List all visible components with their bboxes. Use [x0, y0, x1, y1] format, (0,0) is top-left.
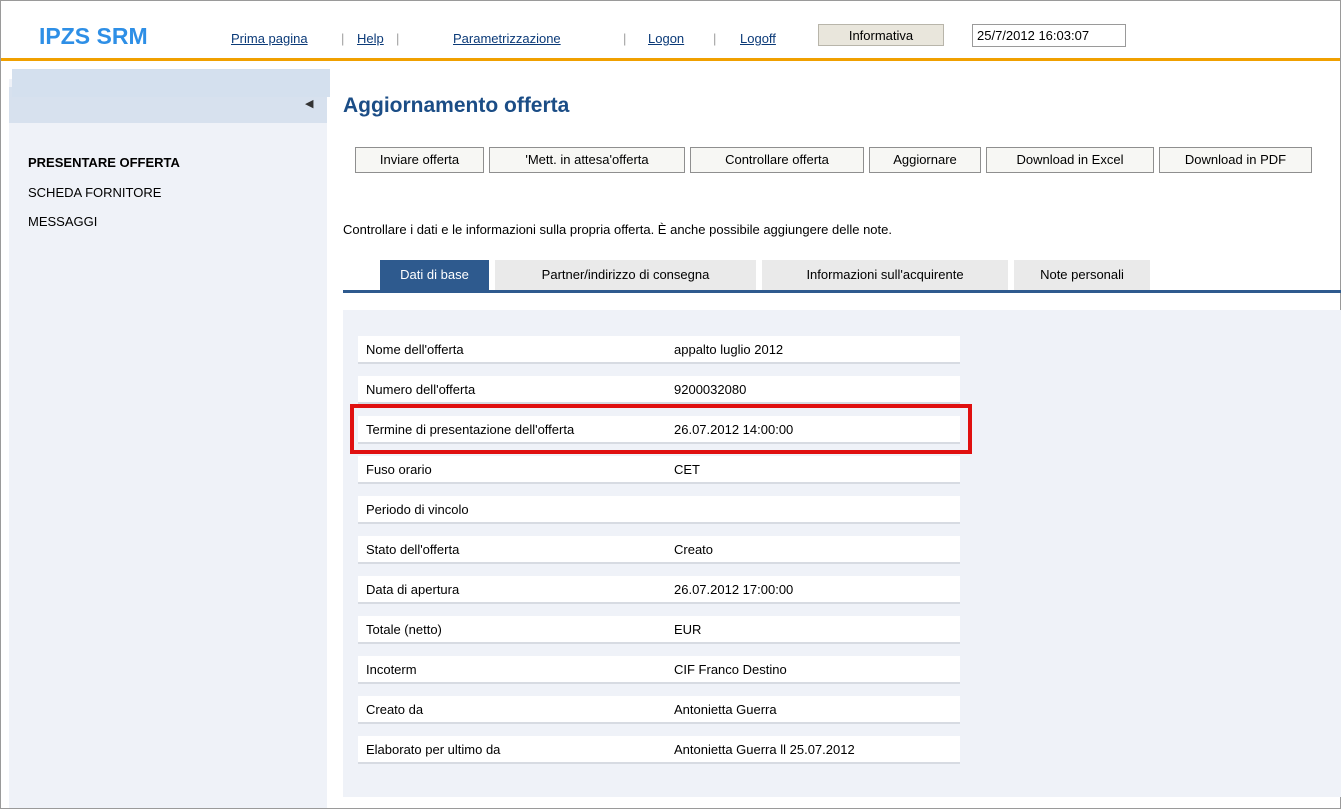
detail-row: Totale (netto) EUR — [358, 616, 960, 644]
sidebar-item-scheda-fornitore[interactable]: SCHEDA FORNITORE — [28, 185, 161, 200]
detail-value — [668, 496, 960, 524]
nav-separator: | — [713, 31, 717, 46]
detail-row: Periodo di vincolo — [358, 496, 960, 524]
detail-value: Antonietta Guerra — [668, 696, 960, 724]
detail-row: Incoterm CIF Franco Destino — [358, 656, 960, 684]
tab-note-personali[interactable]: Note personali — [1014, 260, 1150, 290]
detail-value: EUR — [668, 616, 960, 644]
detail-row: Numero dell'offerta 9200032080 — [358, 376, 960, 404]
detail-label: Totale (netto) — [358, 616, 668, 644]
informativa-button[interactable]: Informativa — [818, 24, 944, 46]
highlight-annotation-box — [350, 404, 972, 454]
header-bar: IPZS SRM — [1, 1, 1340, 58]
tab-partner-indirizzo[interactable]: Partner/indirizzo di consegna — [495, 260, 756, 290]
detail-label: Periodo di vincolo — [358, 496, 668, 524]
nav-separator: | — [341, 31, 345, 46]
download-excel-button[interactable]: Download in Excel — [986, 147, 1154, 173]
tab-dati-di-base[interactable]: Dati di base — [380, 260, 489, 290]
sidebar-item-presentare-offerta[interactable]: PRESENTARE OFFERTA — [28, 155, 180, 170]
datetime-field: 25/7/2012 16:03:07 — [972, 24, 1126, 47]
nav-logoff[interactable]: Logoff — [740, 31, 776, 46]
detail-value: CIF Franco Destino — [668, 656, 960, 684]
detail-label: Creato da — [358, 696, 668, 724]
detail-row: Stato dell'offerta Creato — [358, 536, 960, 564]
mett-in-attesa-button[interactable]: 'Mett. in attesa'offerta — [489, 147, 685, 173]
nav-help[interactable]: Help — [357, 31, 384, 46]
detail-value: 26.07.2012 17:00:00 — [668, 576, 960, 604]
detail-value: Creato — [668, 536, 960, 564]
detail-value: CET — [668, 456, 960, 484]
detail-value: appalto luglio 2012 — [668, 336, 960, 364]
detail-label: Elaborato per ultimo da — [358, 736, 668, 764]
detail-row: Data di apertura 26.07.2012 17:00:00 — [358, 576, 960, 604]
detail-row: Elaborato per ultimo da Antonietta Guerr… — [358, 736, 960, 764]
detail-row: Creato da Antonietta Guerra — [358, 696, 960, 724]
detail-label: Data di apertura — [358, 576, 668, 604]
app-logo: IPZS SRM — [39, 23, 148, 49]
detail-label: Nome dell'offerta — [358, 336, 668, 364]
detail-label: Stato dell'offerta — [358, 536, 668, 564]
tab-underline — [343, 290, 1341, 293]
accent-stripe — [1, 58, 1340, 61]
detail-row: Nome dell'offerta appalto luglio 2012 — [358, 336, 960, 364]
nav-separator: | — [396, 31, 400, 46]
detail-value: 9200032080 — [668, 376, 960, 404]
collapse-icon[interactable]: ◀ — [305, 97, 313, 110]
detail-label: Numero dell'offerta — [358, 376, 668, 404]
nav-parametrizzazione[interactable]: Parametrizzazione — [453, 31, 561, 46]
detail-label: Fuso orario — [358, 456, 668, 484]
detail-row: Fuso orario CET — [358, 456, 960, 484]
download-pdf-button[interactable]: Download in PDF — [1159, 147, 1312, 173]
aggiornare-button[interactable]: Aggiornare — [869, 147, 981, 173]
controllare-offerta-button[interactable]: Controllare offerta — [690, 147, 864, 173]
page-description: Controllare i dati e le informazioni sul… — [343, 222, 892, 237]
sidebar-item-messaggi[interactable]: MESSAGGI — [28, 214, 97, 229]
detail-label: Incoterm — [358, 656, 668, 684]
nav-separator: | — [623, 31, 627, 46]
detail-value: Antonietta Guerra ll 25.07.2012 — [668, 736, 960, 764]
inviare-offerta-button[interactable]: Inviare offerta — [355, 147, 484, 173]
nav-logon[interactable]: Logon — [648, 31, 684, 46]
page-title: Aggiornamento offerta — [343, 94, 570, 117]
sidebar-selected-highlight — [12, 69, 330, 97]
tab-informazioni-acquirente[interactable]: Informazioni sull'acquirente — [762, 260, 1008, 290]
nav-prima-pagina[interactable]: Prima pagina — [231, 31, 308, 46]
